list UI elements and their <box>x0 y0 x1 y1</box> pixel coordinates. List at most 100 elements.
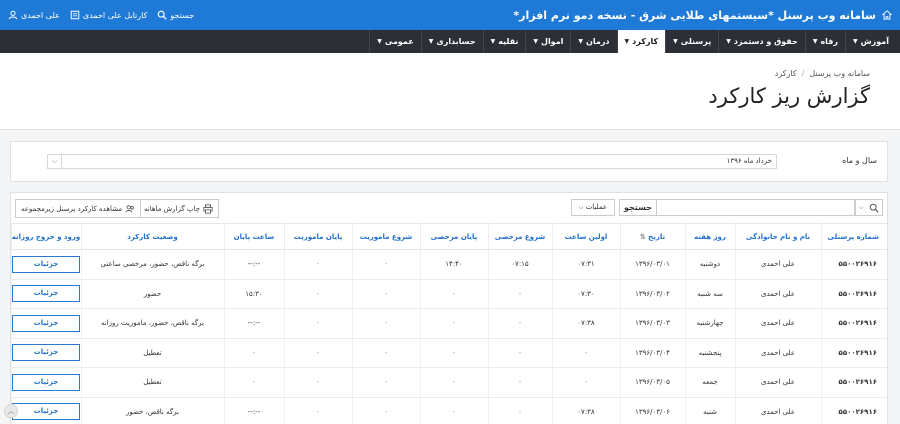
cell-end-time: --:-- <box>223 249 284 280</box>
filter-panel: سال و ماه خرداد ماه ۱۳۹۶ ⌵ <box>10 141 888 182</box>
cell-mission-start: - <box>351 397 420 424</box>
chevron-down-icon: ▼ <box>853 38 858 45</box>
details-button[interactable]: جزئیات <box>12 314 80 332</box>
chevron-down-icon: ▼ <box>624 38 630 45</box>
nav-item-assets[interactable]: اموال ▼ <box>525 30 570 53</box>
column-header-date-label: تاریخ <box>648 232 666 241</box>
chevron-down-icon: ▼ <box>377 38 382 45</box>
search-type-toggle[interactable]: ⌵ <box>855 199 883 216</box>
cell-end-time: --:-- <box>223 308 284 339</box>
nav-item-welfare[interactable]: رفاه ▼ <box>804 30 845 53</box>
view-subordinates-button[interactable]: مشاهده کارکرد پرسنل زیرمجموعه <box>15 199 142 218</box>
top-links: جستجو کارتابل علی احمدی علی احمدی <box>8 10 194 20</box>
column-header-leave-start[interactable]: شروع مرخصی <box>487 223 552 250</box>
operations-dropdown[interactable]: عملیات ⌵ <box>571 199 615 216</box>
top-inbox-link[interactable]: کارتابل علی احمدی <box>70 10 147 20</box>
details-button[interactable]: جزئیات <box>12 344 80 362</box>
view-subordinates-label: مشاهده کارکرد پرسنل زیرمجموعه <box>21 204 123 213</box>
cell-leave-end: - <box>419 279 488 309</box>
nav-label: پرسنلی <box>680 37 712 46</box>
search-icon <box>869 203 879 213</box>
cell-full-name: علی احمدی <box>734 249 821 280</box>
cell-date: ۱۳۹۶/۰۳/۰۳ <box>619 308 685 339</box>
cell-personnel-number: ۵۵۰۰۲۶۹۱۶ <box>820 249 887 280</box>
cell-weekday: سه شنبه <box>684 279 735 309</box>
nav-item-medical[interactable]: درمان ▼ <box>570 30 616 53</box>
year-month-select[interactable]: خرداد ماه ۱۳۹۶ ⌵ <box>47 154 777 169</box>
cell-leave-end: ۱۴:۴۰ <box>419 249 488 280</box>
cell-personnel-number: ۵۵۰۰۲۶۹۱۶ <box>820 308 887 339</box>
cell-mission-end: - <box>283 397 352 424</box>
top-user-link[interactable]: علی احمدی <box>8 10 60 20</box>
column-header-daily-inout[interactable]: ورود و خروج روزانه <box>10 223 81 250</box>
cell-personnel-number: ۵۵۰۰۲۶۹۱۶ <box>820 397 887 424</box>
nav-item-education[interactable]: آموزش ▼ <box>845 30 896 53</box>
operations-label: عملیات <box>585 203 608 211</box>
column-header-status[interactable]: وضعیت کارکرد <box>80 223 224 250</box>
search-button[interactable]: جستجو <box>619 199 657 216</box>
nav-label: کارکرد <box>632 37 659 46</box>
cell-daily-inout: جزئیات <box>10 249 81 280</box>
cell-date: ۱۳۹۶/۰۳/۰۱ <box>619 249 685 280</box>
cell-full-name: علی احمدی <box>734 308 821 339</box>
search-input[interactable] <box>657 199 855 216</box>
attendance-table: شماره پرسنلی نام و نام خانوادگی روز هفته… <box>10 223 887 424</box>
cell-daily-inout: جزئیات <box>10 367 81 398</box>
top-search-label: جستجو <box>170 10 195 20</box>
cell-first-time: ۰۷:۳۱ <box>551 249 620 280</box>
details-button[interactable]: جزئیات <box>12 403 80 421</box>
table-row: ۵۵۰۰۲۶۹۱۶ علی احمدی جمعه ۱۳۹۶/۰۳/۰۵- - - - - - تع… <box>10 367 887 398</box>
home-icon[interactable] <box>882 10 892 20</box>
chevron-up-icon: ︿ <box>7 407 15 415</box>
table-row: ۵۵۰۰۲۶۹۱۶ علی احمدی شنبه ۱۳۹۶/۰۳/۰۶ ۰۷:۳۸- - -… <box>10 397 887 424</box>
cell-leave-end: - <box>419 308 488 339</box>
report-panel: ⌵ جستجو عملیات ⌵ چاپ گزارش ماهانه مشاهده… <box>10 192 888 424</box>
print-monthly-report-button[interactable]: چاپ گزارش ماهانه <box>138 199 219 218</box>
nav-item-general[interactable]: عمومی ▼ <box>369 30 421 53</box>
cell-leave-start: - <box>487 308 552 339</box>
chevron-down-icon: ⌵ <box>578 204 584 211</box>
nav-item-payroll[interactable]: حقوق و دستمزد ▼ <box>718 30 805 53</box>
cell-weekday: جمعه <box>684 367 735 398</box>
details-button[interactable]: جزئیات <box>12 285 80 303</box>
cell-status: برگه ناقص، حضور، مرخصی ساعتی <box>80 249 224 280</box>
nav-item-personnel[interactable]: پرسنلی ▼ <box>665 30 718 53</box>
column-header-mission-end[interactable]: پایان ماموریت <box>283 223 352 250</box>
column-header-full-name[interactable]: نام و نام خانوادگی <box>734 223 821 250</box>
cell-full-name: علی احمدی <box>734 367 821 398</box>
details-button[interactable]: جزئیات <box>12 373 80 391</box>
sort-icon: ⇅ <box>639 232 646 241</box>
cell-weekday: دوشنبه <box>684 249 735 280</box>
search-icon <box>157 10 168 20</box>
column-header-weekday[interactable]: روز هفته <box>684 223 735 250</box>
scroll-up-button[interactable]: ︿ <box>4 404 18 418</box>
cell-daily-inout: جزئیات <box>10 279 81 309</box>
column-header-mission-start[interactable]: شروع ماموریت <box>351 223 420 250</box>
cell-status: حضور <box>80 279 224 309</box>
top-search-link[interactable]: جستجو <box>157 10 194 20</box>
nav-label: نقلیه <box>498 37 519 46</box>
cell-mission-start: - <box>351 367 420 398</box>
cell-leave-start: - <box>487 367 552 398</box>
cell-daily-inout: جزئیات <box>10 338 81 368</box>
nav-item-accounting[interactable]: حسابداری ▼ <box>420 30 483 53</box>
report-toolbar: ⌵ جستجو عملیات ⌵ چاپ گزارش ماهانه مشاهده… <box>11 193 887 223</box>
cell-leave-start: - <box>487 338 552 368</box>
column-header-end-time[interactable]: ساعت پایان <box>223 223 284 250</box>
column-header-leave-end[interactable]: پایان مرخصی <box>419 223 488 250</box>
nav-label: درمان <box>586 37 610 46</box>
breadcrumb-item-home[interactable]: سامانه وب پرسنل <box>809 69 870 78</box>
column-header-date[interactable]: تاریخ ⇅ <box>619 223 685 250</box>
nav-item-transport[interactable]: نقلیه ▼ <box>482 30 526 53</box>
column-header-personnel-number[interactable]: شماره پرسنلی <box>820 223 887 250</box>
cell-mission-end: - <box>283 279 352 309</box>
nav-item-attendance[interactable]: کارکرد ▼ <box>616 30 666 53</box>
cell-first-time: - <box>551 338 620 368</box>
cell-date: ۱۳۹۶/۰۳/۰۴ <box>619 338 685 368</box>
column-header-first-time[interactable]: اولین ساعت <box>551 223 620 250</box>
app-title: سامانه وب پرسنل *سیستمهای طلایی شرق - نس… <box>513 8 876 22</box>
table-row: ۵۵۰۰۲۶۹۱۶ علی احمدی پنجشنبه ۱۳۹۶/۰۳/۰۴- - - - -… <box>10 338 887 368</box>
nav-label: رفاه <box>820 37 839 46</box>
details-button[interactable]: جزئیات <box>12 255 80 273</box>
cell-mission-start: - <box>351 279 420 309</box>
